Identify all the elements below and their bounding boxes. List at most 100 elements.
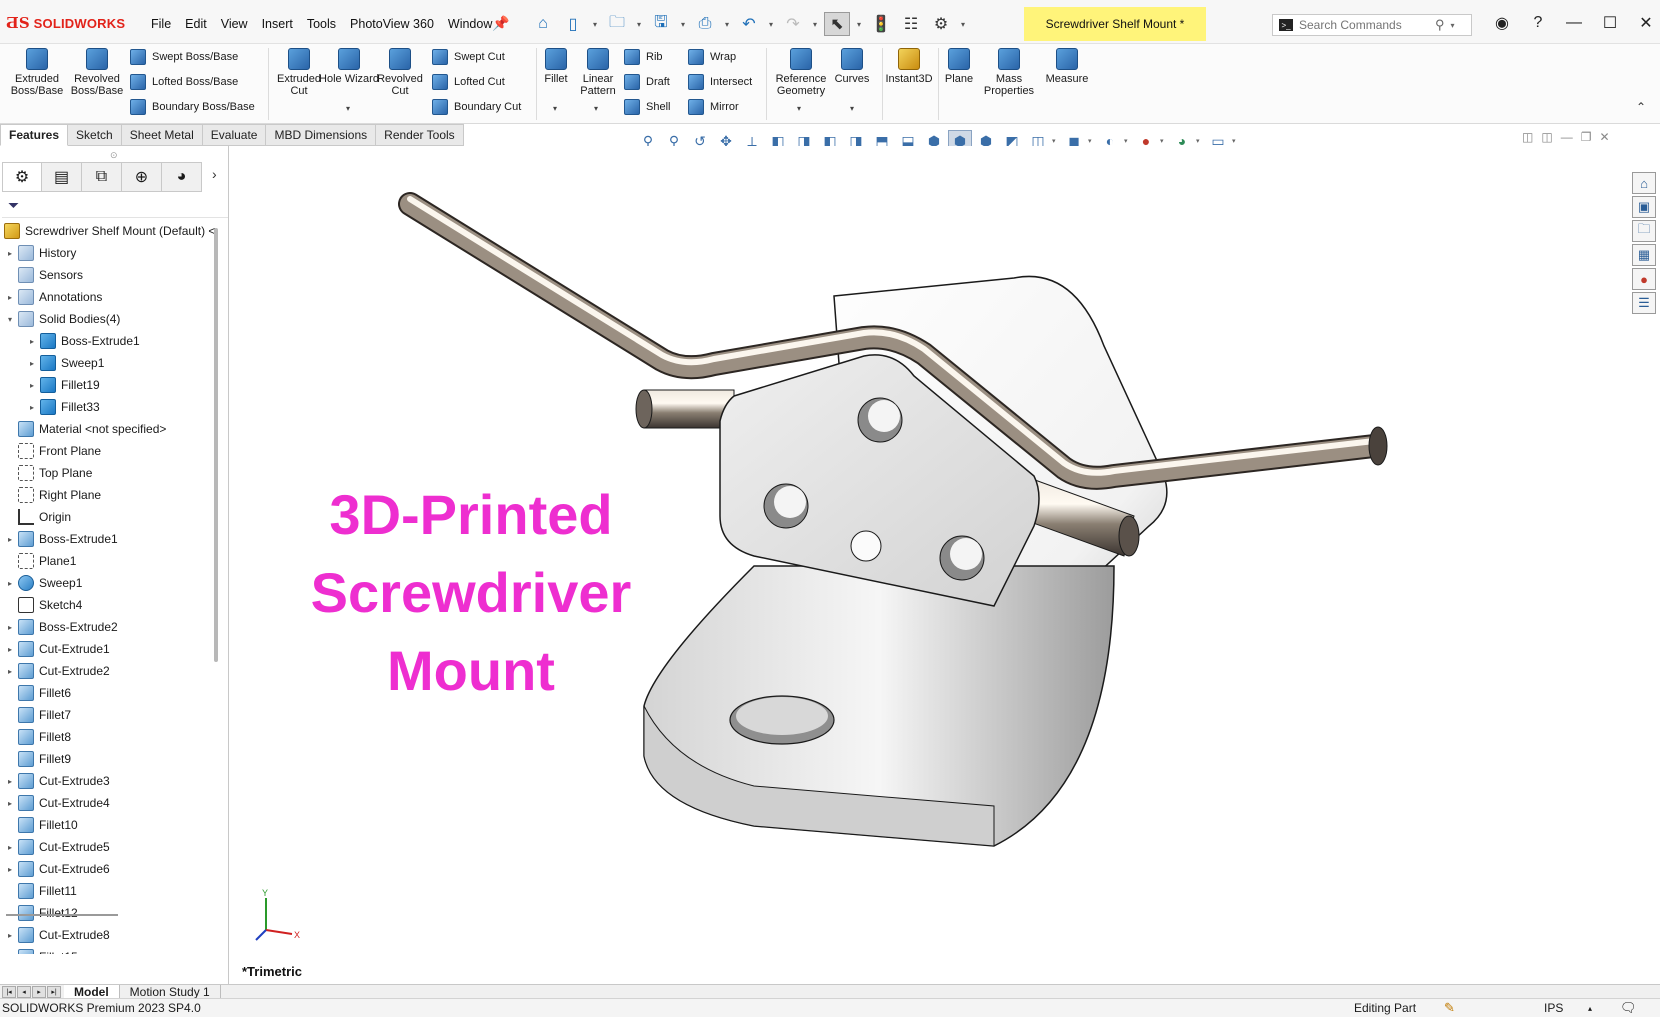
expand-arrow-icon[interactable]: ▸ [26,381,38,390]
scene-dropdown-icon[interactable]: ▾ [1196,137,1204,145]
view-palette-icon[interactable]: ▦ [1632,244,1656,266]
tab-mbd-dimensions[interactable]: MBD Dimensions [266,124,377,146]
configuration-manager-tab-icon[interactable]: ⧉ [82,162,122,192]
tab-sketch[interactable]: Sketch [68,124,122,146]
reference-geometry-button[interactable]: Reference Geometry [770,48,832,97]
tree-item[interactable]: Fillet12 [0,902,220,924]
tab-model[interactable]: Model [64,984,120,999]
tab-sheet-metal[interactable]: Sheet Metal [121,124,203,146]
prev-tab-icon[interactable]: ◂ [17,985,31,998]
tree-item[interactable]: ▸ Cut-Extrude2 [0,660,220,682]
tree-item[interactable]: Fillet8 [0,726,220,748]
search-input[interactable] [1299,18,1429,32]
select-dropdown-icon[interactable]: ▾ [854,20,864,29]
tree-item[interactable]: Plane1 [0,550,220,572]
scrollbar-thumb[interactable] [214,228,218,662]
expand-arrow-icon[interactable]: ▸ [4,667,16,676]
save-dropdown-icon[interactable]: ▾ [678,20,688,29]
unit-system[interactable]: IPS [1544,1001,1563,1015]
panel-horizontal-scrollbar[interactable] [6,914,118,916]
curves-dropdown-icon[interactable]: ▾ [850,104,854,113]
tree-item[interactable]: ▸ Boss-Extrude1 [0,528,220,550]
menu-file[interactable]: File [144,17,178,31]
hide-show-dropdown-icon[interactable]: ▾ [1124,137,1132,145]
unit-system-dropdown-icon[interactable]: ▴ [1588,1004,1592,1013]
search-dropdown-icon[interactable]: ▾ [1451,21,1455,30]
options-gear-icon[interactable]: ⚙ [928,12,954,36]
draft-button[interactable]: Draft [624,72,670,92]
filter-funnel-icon[interactable]: ⏷ [8,197,19,214]
file-properties-icon[interactable]: ☷ [898,12,924,36]
options-dropdown-icon[interactable]: ▾ [958,20,968,29]
viewport-prev-icon[interactable]: ◫ [1522,130,1533,144]
rebuild-traffic-light-icon[interactable]: 🚦 [868,12,894,36]
tree-item[interactable]: Fillet15 [0,946,220,954]
revolved-boss-button[interactable]: Revolved Boss/Base [66,48,128,97]
mirror-button[interactable]: Mirror [688,97,739,117]
viewport-minimize-icon[interactable]: — [1561,130,1573,144]
tree-item[interactable]: ▸ Cut-Extrude6 [0,858,220,880]
tree-scrollbar[interactable] [214,228,220,928]
tree-item[interactable]: ▸ Cut-Extrude5 [0,836,220,858]
design-library-icon[interactable]: ▣ [1632,196,1656,218]
viewport-restore-icon[interactable]: ❐ [1581,130,1592,144]
viewport-close-icon[interactable]: ✕ [1599,130,1609,144]
extruded-boss-button[interactable]: Extruded Boss/Base [6,48,68,97]
user-account-icon[interactable]: ◉ [1484,10,1520,36]
tree-item[interactable]: Fillet9 [0,748,220,770]
solidworks-resources-icon[interactable]: ⌂ [1632,172,1656,194]
collapse-ribbon-icon[interactable]: ⌃ [1636,100,1646,114]
save-icon[interactable]: 🖫 [648,12,674,36]
menu-window[interactable]: Window [441,17,499,31]
linear-pattern-button[interactable]: Linear Pattern [568,48,628,97]
reference-geometry-dropdown-icon[interactable]: ▾ [797,104,801,113]
viewport-next-icon[interactable]: ◫ [1541,130,1552,144]
select-cursor-icon[interactable]: ⬉ [824,12,850,36]
expand-arrow-icon[interactable]: ▸ [4,777,16,786]
fillet-dropdown-icon[interactable]: ▾ [553,104,557,113]
display-manager-tab-icon[interactable]: ◕ [162,162,202,192]
tree-item[interactable]: ▸ Fillet33 [0,396,220,418]
home-icon[interactable]: ⌂ [530,12,556,36]
new-document-icon[interactable]: ▯ [560,12,586,36]
custom-properties-icon[interactable]: ☰ [1632,292,1656,314]
appearance-dropdown-icon[interactable]: ▾ [1160,137,1168,145]
view-orientation-dropdown-icon[interactable]: ▾ [1052,137,1060,145]
expand-arrow-icon[interactable]: ▸ [26,337,38,346]
tree-item[interactable]: Origin [0,506,220,528]
expand-arrow-icon[interactable]: ▸ [4,579,16,588]
expand-arrow-icon[interactable]: ▸ [4,623,16,632]
expand-arrow-icon[interactable]: ▸ [4,293,16,302]
rib-button[interactable]: Rib [624,47,663,67]
first-tab-icon[interactable]: |◂ [2,985,16,998]
tree-item[interactable]: ▸ Sweep1 [0,352,220,374]
menu-tools[interactable]: Tools [300,17,343,31]
tab-motion-study-1[interactable]: Motion Study 1 [120,984,221,999]
property-manager-tab-icon[interactable]: ▤ [42,162,82,192]
tab-evaluate[interactable]: Evaluate [202,124,267,146]
menu-photoview[interactable]: PhotoView 360 [343,17,441,31]
print-icon[interactable]: ⎙ [692,12,718,36]
tree-item[interactable]: Front Plane [0,440,220,462]
help-icon[interactable]: ? [1520,10,1556,36]
tab-features[interactable]: Features [0,124,69,146]
redo-icon[interactable]: ↷ [780,12,806,36]
swept-cut-button[interactable]: Swept Cut [432,47,505,67]
open-dropdown-icon[interactable]: ▾ [634,20,644,29]
graphics-area[interactable]: 3D-Printed Screwdriver Mount Y X *Trimet… [234,146,1632,984]
last-tab-icon[interactable]: ▸| [47,985,61,998]
measure-button[interactable]: Measure [1036,48,1098,85]
expand-arrow-icon[interactable]: ▸ [4,645,16,654]
tree-item[interactable]: Fillet7 [0,704,220,726]
swept-boss-button[interactable]: Swept Boss/Base [130,47,238,67]
tree-filter-row[interactable]: ⏷ [2,194,228,218]
expand-arrow-icon[interactable]: ▸ [4,799,16,808]
expand-arrow-icon[interactable]: ▸ [4,535,16,544]
minimize-icon[interactable]: — [1556,10,1592,36]
mass-properties-button[interactable]: Mass Properties [978,48,1040,97]
boundary-boss-button[interactable]: Boundary Boss/Base [130,97,255,117]
file-explorer-icon[interactable]: 🗀 [1632,220,1656,242]
tree-root-part[interactable]: Screwdriver Shelf Mount (Default) < [0,220,220,242]
rebuild-status-icon[interactable]: ✎ [1444,1000,1455,1016]
expand-arrow-icon[interactable]: ▾ [4,315,16,324]
